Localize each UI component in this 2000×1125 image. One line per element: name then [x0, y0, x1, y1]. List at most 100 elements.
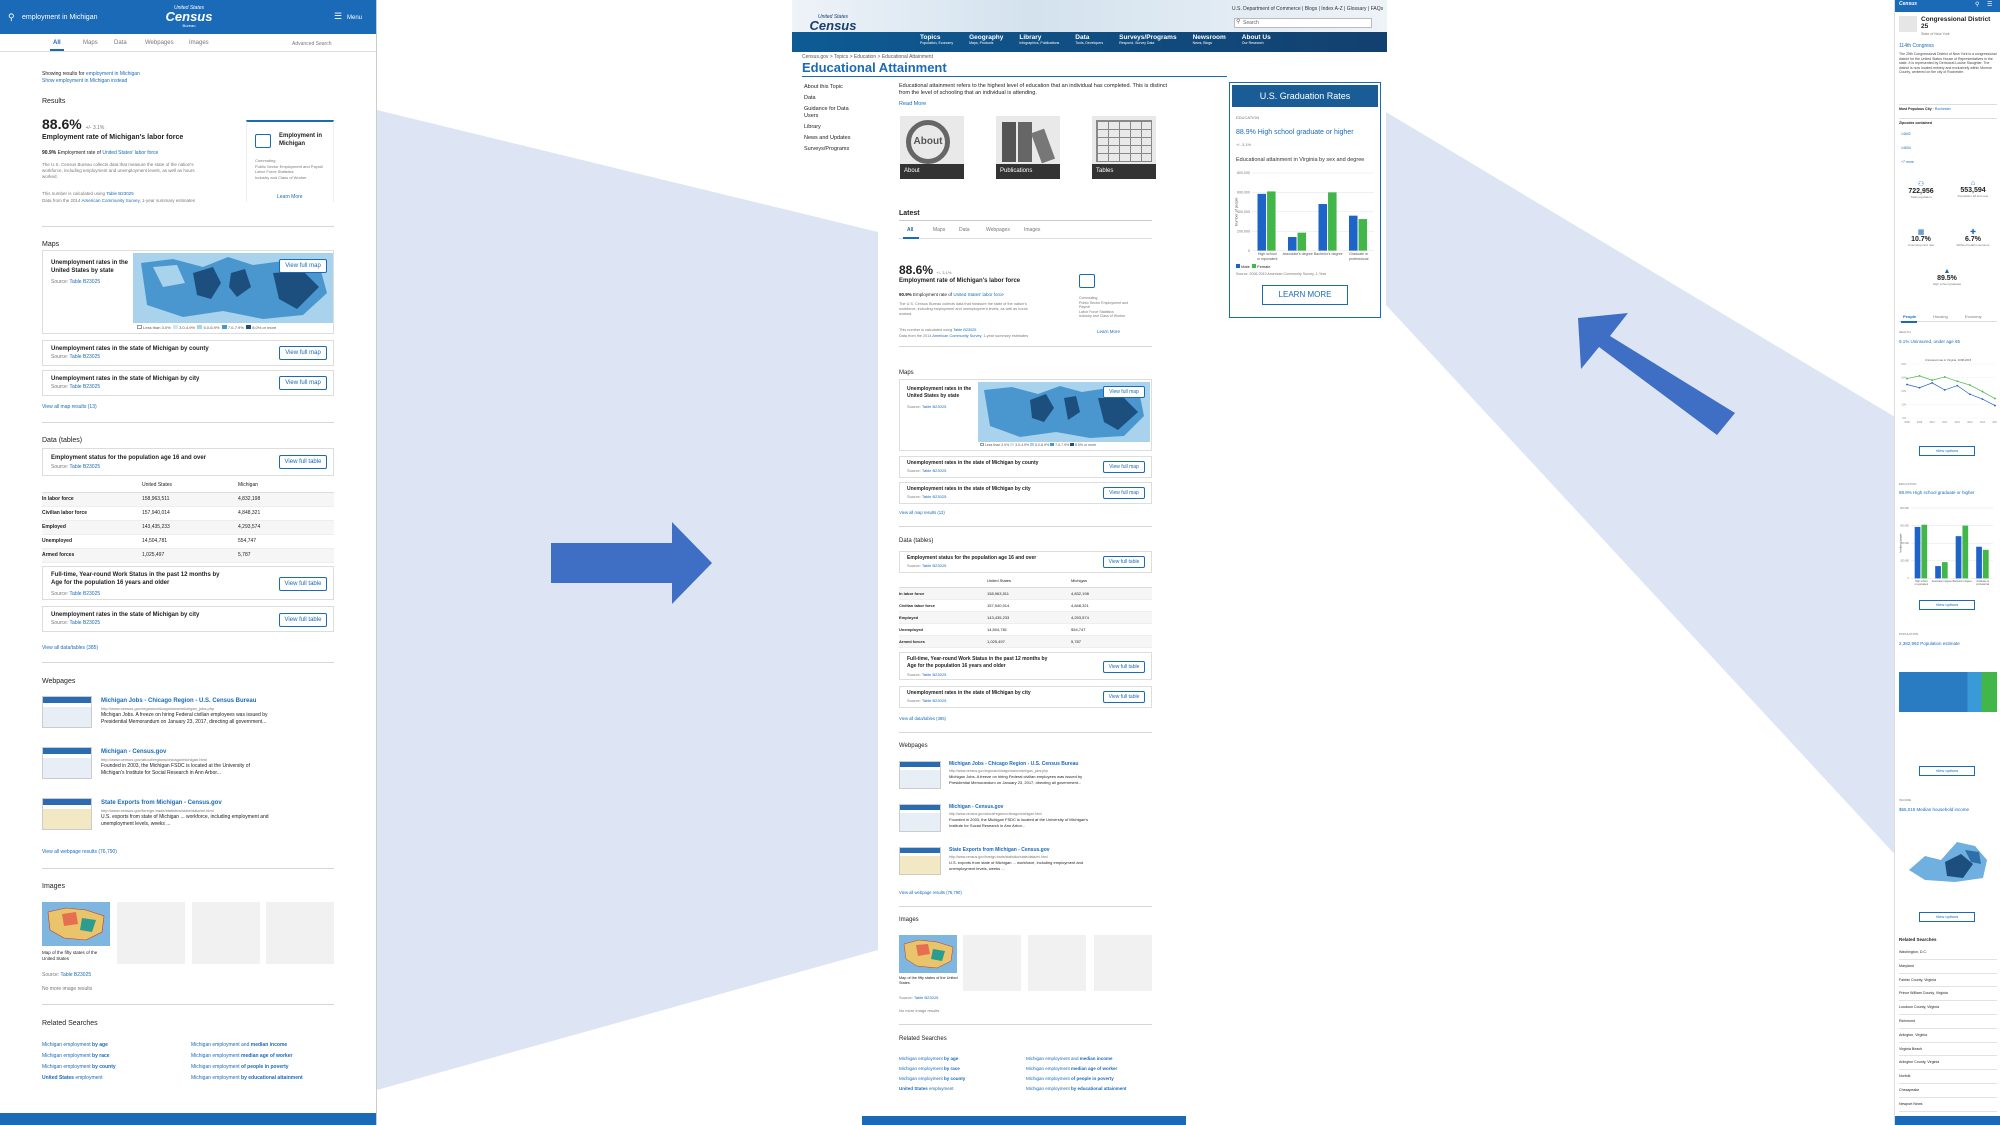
nav-item-library[interactable]: Library Infographics, Publications	[1019, 34, 1059, 52]
hamburger-icon[interactable]: ☰	[1987, 1, 1992, 8]
tab-economy[interactable]: Economy	[1965, 314, 1982, 319]
side-nav-item[interactable]: Library	[804, 124, 864, 131]
view-all-webpages-link[interactable]: View all webpage results (76,790)	[42, 849, 117, 856]
related-item[interactable]: Washington, D.C.	[1899, 946, 1997, 960]
view-all-webpages-link[interactable]: View all webpage results (76,790)	[899, 890, 962, 895]
related-link[interactable]: Michigan employment by educational attai…	[1026, 1086, 1127, 1091]
view-full-map-button-3[interactable]: View full map	[1103, 487, 1145, 499]
us-map-image[interactable]	[42, 902, 110, 946]
populous-row[interactable]: Most Populous City · Rochester	[1899, 104, 1997, 112]
hamburger-icon[interactable]: ☰	[334, 11, 342, 22]
census-logo[interactable]: United States Census Bureau	[164, 5, 214, 28]
tab-all[interactable]: All	[907, 227, 913, 233]
webpage-thumbnail[interactable]	[42, 798, 92, 830]
webpage-thumbnail[interactable]	[899, 761, 941, 789]
related-link[interactable]: Michigan employment of people in poverty	[191, 1064, 289, 1071]
view-all-maps-link[interactable]: View all map results (13)	[899, 510, 945, 515]
related-link[interactable]: Michigan employment by county	[42, 1064, 116, 1071]
related-item[interactable]: Prince William County, Virginia	[1899, 987, 1997, 1002]
nav-item-data[interactable]: Data Tools, Developers	[1075, 34, 1103, 52]
webpage-title[interactable]: Michigan - Census.gov	[949, 804, 1003, 810]
view-full-map-button[interactable]: View full map	[279, 259, 327, 273]
related-link[interactable]: Michigan employment median age of worker	[191, 1053, 292, 1060]
view-options-button[interactable]: View options	[1919, 600, 1975, 610]
webpage-thumbnail[interactable]	[899, 804, 941, 832]
webpage-title[interactable]: Michigan - Census.gov	[101, 748, 166, 756]
webpage-thumbnail[interactable]	[42, 696, 92, 728]
tab-data[interactable]: Data	[959, 227, 970, 233]
related-link[interactable]: Michigan employment by age	[899, 1056, 958, 1061]
view-full-table-button-3[interactable]: View full table	[1103, 691, 1145, 703]
view-options-button[interactable]: View options	[1919, 446, 1975, 456]
view-full-table-button[interactable]: View full table	[279, 455, 327, 469]
us-map-image[interactable]	[899, 935, 957, 973]
related-item[interactable]: Chesapeake	[1899, 1084, 1997, 1098]
view-full-map-button[interactable]: View full map	[1103, 386, 1145, 398]
advanced-search-link[interactable]: Advanced Search	[292, 41, 331, 48]
tab-maps[interactable]: Maps	[933, 227, 945, 233]
tab-images[interactable]: Images	[1024, 227, 1040, 233]
related-link[interactable]: Michigan employment by county	[899, 1076, 965, 1081]
related-item[interactable]: Maryland	[1899, 960, 1997, 974]
related-link[interactable]: Michigan employment and median income	[1026, 1056, 1113, 1061]
webpage-thumbnail[interactable]	[899, 847, 941, 875]
view-full-table-button-2[interactable]: View full table	[279, 577, 327, 591]
tab-housing[interactable]: Housing	[1933, 314, 1948, 319]
search-query[interactable]: employment in Michigan	[22, 13, 97, 22]
zip-item[interactable]: 14602	[1901, 132, 1911, 136]
menu-button[interactable]: Menu	[347, 14, 362, 22]
view-options-button[interactable]: View options	[1919, 912, 1975, 922]
read-more-link[interactable]: Read More	[899, 101, 926, 107]
related-item[interactable]: Virginia Beach	[1899, 1043, 1997, 1057]
tab-people[interactable]: People	[1903, 314, 1916, 319]
view-full-map-button-2[interactable]: View full map	[279, 346, 327, 360]
search-icon[interactable]: ⚲	[1975, 1, 1979, 8]
side-nav-item[interactable]: About this Topic	[804, 84, 864, 91]
tables-tile[interactable]: Tables	[1092, 116, 1156, 179]
about-tile[interactable]: About About	[900, 116, 964, 179]
side-nav-item[interactable]: Guidance for Data Users	[804, 106, 864, 120]
view-all-data-link[interactable]: View all data/tables (385)	[899, 716, 946, 721]
side-nav-item[interactable]: Data	[804, 95, 864, 102]
view-all-maps-link[interactable]: View all map results (13)	[42, 404, 97, 411]
census-logo-mobile[interactable]: Census	[1899, 1, 1917, 7]
related-link[interactable]: United States employment	[899, 1086, 954, 1091]
desktop-search-input[interactable]: Search	[1234, 18, 1372, 28]
related-item[interactable]: Richmond	[1899, 1015, 1997, 1029]
zip-item[interactable]: +7 more	[1901, 160, 1914, 164]
related-link[interactable]: Michigan employment of people in poverty	[1026, 1076, 1114, 1081]
related-link[interactable]: Michigan employment and median income	[191, 1042, 287, 1049]
related-item[interactable]: Arlington, Virginia	[1899, 1029, 1997, 1043]
view-options-button[interactable]: View options	[1919, 766, 1975, 776]
side-nav-item[interactable]: Surveys/Programs	[804, 146, 864, 153]
view-full-table-button-2[interactable]: View full table	[1103, 661, 1145, 673]
acs-link[interactable]: American Community Survey	[82, 198, 140, 203]
learn-more-button[interactable]: LEARN MORE	[1262, 285, 1348, 305]
search-icon[interactable]: ⚲	[8, 12, 15, 23]
tab-webpages[interactable]: Webpages	[145, 39, 174, 47]
card-learn-more[interactable]: Learn More	[277, 194, 303, 201]
related-link[interactable]: Michigan employment by race	[899, 1066, 960, 1071]
related-item[interactable]: Newport News	[1899, 1098, 1997, 1112]
nav-item-topics[interactable]: Topics Population, Economy	[920, 34, 953, 52]
nav-item-about[interactable]: About Us Our Research	[1242, 34, 1271, 52]
top-links[interactable]: U.S. Department of Commerce | Blogs | In…	[1232, 6, 1383, 12]
stat-sub-link[interactable]: United States' labor force	[102, 150, 158, 156]
tab-webpages[interactable]: Webpages	[986, 227, 1010, 233]
publications-tile[interactable]: Publications	[996, 116, 1060, 179]
related-link[interactable]: United States employment	[42, 1075, 103, 1082]
nav-item-newsroom[interactable]: Newsroom News, Blogs	[1193, 34, 1226, 52]
webpage-title[interactable]: Michigan Jobs - Chicago Region - U.S. Ce…	[949, 761, 1078, 767]
nav-item-surveys[interactable]: Surveys/Programs Respond, Survey Data	[1119, 34, 1176, 52]
related-item[interactable]: Arlington County, Virginia	[1899, 1056, 1997, 1071]
instead-link[interactable]: Show employment in Michigan instead	[42, 78, 127, 85]
related-item[interactable]: Norfolk	[1899, 1070, 1997, 1084]
webpage-title[interactable]: State Exports from Michigan - Census.gov	[949, 847, 1050, 853]
related-link[interactable]: Michigan employment by educational attai…	[191, 1075, 303, 1082]
tab-data[interactable]: Data	[114, 39, 127, 47]
related-item[interactable]: Fairfax County, Virginia	[1899, 974, 1997, 988]
tab-images[interactable]: Images	[189, 39, 209, 47]
webpage-thumbnail[interactable]	[42, 747, 92, 779]
view-full-table-button-3[interactable]: View full table	[279, 613, 327, 627]
side-nav-item[interactable]: News and Updates	[804, 135, 864, 142]
